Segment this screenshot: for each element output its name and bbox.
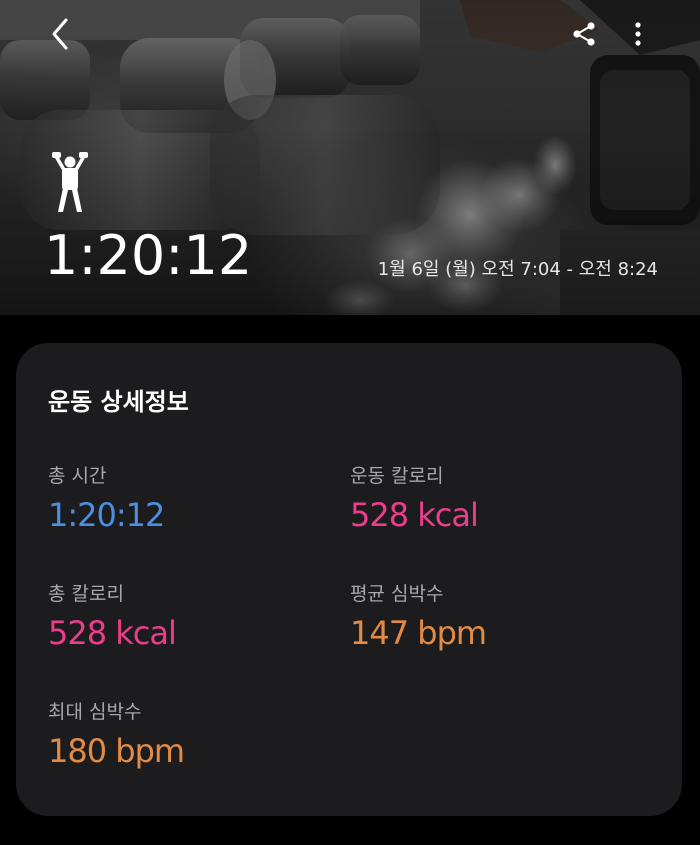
stat-label: 총 칼로리 — [48, 583, 124, 605]
stat-label: 최대 심박수 — [48, 701, 142, 723]
share-button[interactable] — [562, 12, 606, 56]
more-vertical-icon — [635, 22, 641, 46]
workout-date-range: 1월 6일 (월) 오전 7:04 - 오전 8:24 — [377, 259, 658, 280]
stat-value: 528 kcal — [48, 614, 177, 652]
stat-label: 운동 칼로리 — [350, 465, 444, 487]
stat-workout-calories: 운동 칼로리 528 kcal — [350, 463, 479, 535]
stat-value: 528 kcal — [350, 496, 479, 534]
stat-average-heart-rate: 평균 심박수 147 bpm — [350, 581, 487, 653]
stat-value: 180 bpm — [48, 732, 185, 770]
share-icon — [573, 22, 595, 46]
stat-value: 1:20:12 — [48, 496, 165, 534]
stat-label: 평균 심박수 — [350, 583, 444, 605]
stat-total-time: 총 시간 1:20:12 — [48, 463, 165, 535]
stat-total-calories: 총 칼로리 528 kcal — [48, 581, 177, 653]
stat-value: 147 bpm — [350, 614, 487, 652]
chevron-left-icon — [52, 18, 68, 50]
back-button[interactable] — [38, 12, 82, 56]
weightlifting-person-icon — [52, 152, 88, 212]
hero-duration: 1:20:12 — [44, 224, 253, 287]
stat-max-heart-rate: 최대 심박수 180 bpm — [48, 699, 185, 771]
stat-label: 총 시간 — [48, 465, 107, 487]
more-options-button[interactable] — [620, 12, 656, 56]
card-title: 운동 상세정보 — [48, 388, 189, 416]
workout-detail-screen: 1:20:12 1월 6일 (월) 오전 7:04 - 오전 8:24 운동 상… — [0, 0, 700, 845]
workout-details-card: 운동 상세정보 총 시간 1:20:12 운동 칼로리 528 kcal 총 칼… — [16, 343, 682, 816]
hero-image: 1:20:12 1월 6일 (월) 오전 7:04 - 오전 8:24 — [0, 0, 700, 315]
